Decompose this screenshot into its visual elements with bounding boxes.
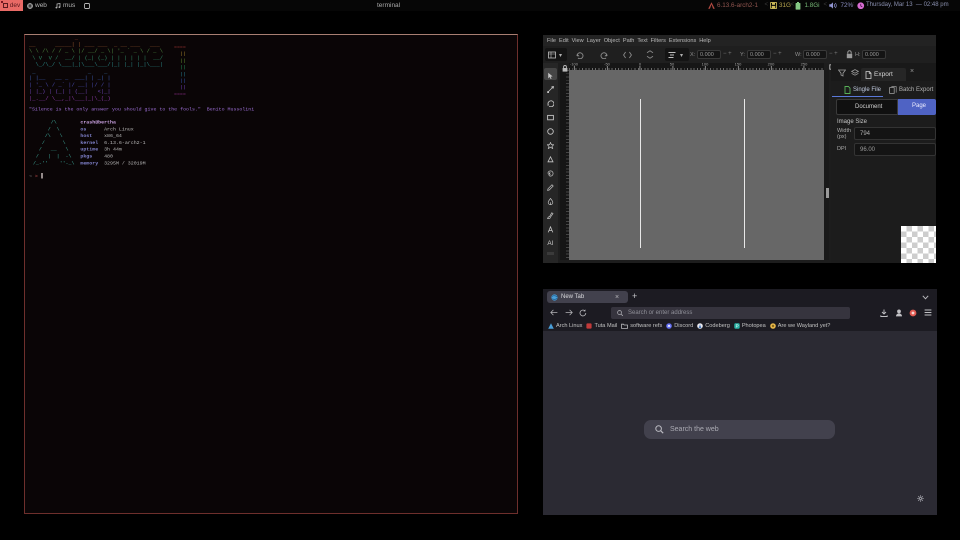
- svg-text:Al: Al: [547, 240, 553, 246]
- svg-text:P: P: [735, 323, 738, 328]
